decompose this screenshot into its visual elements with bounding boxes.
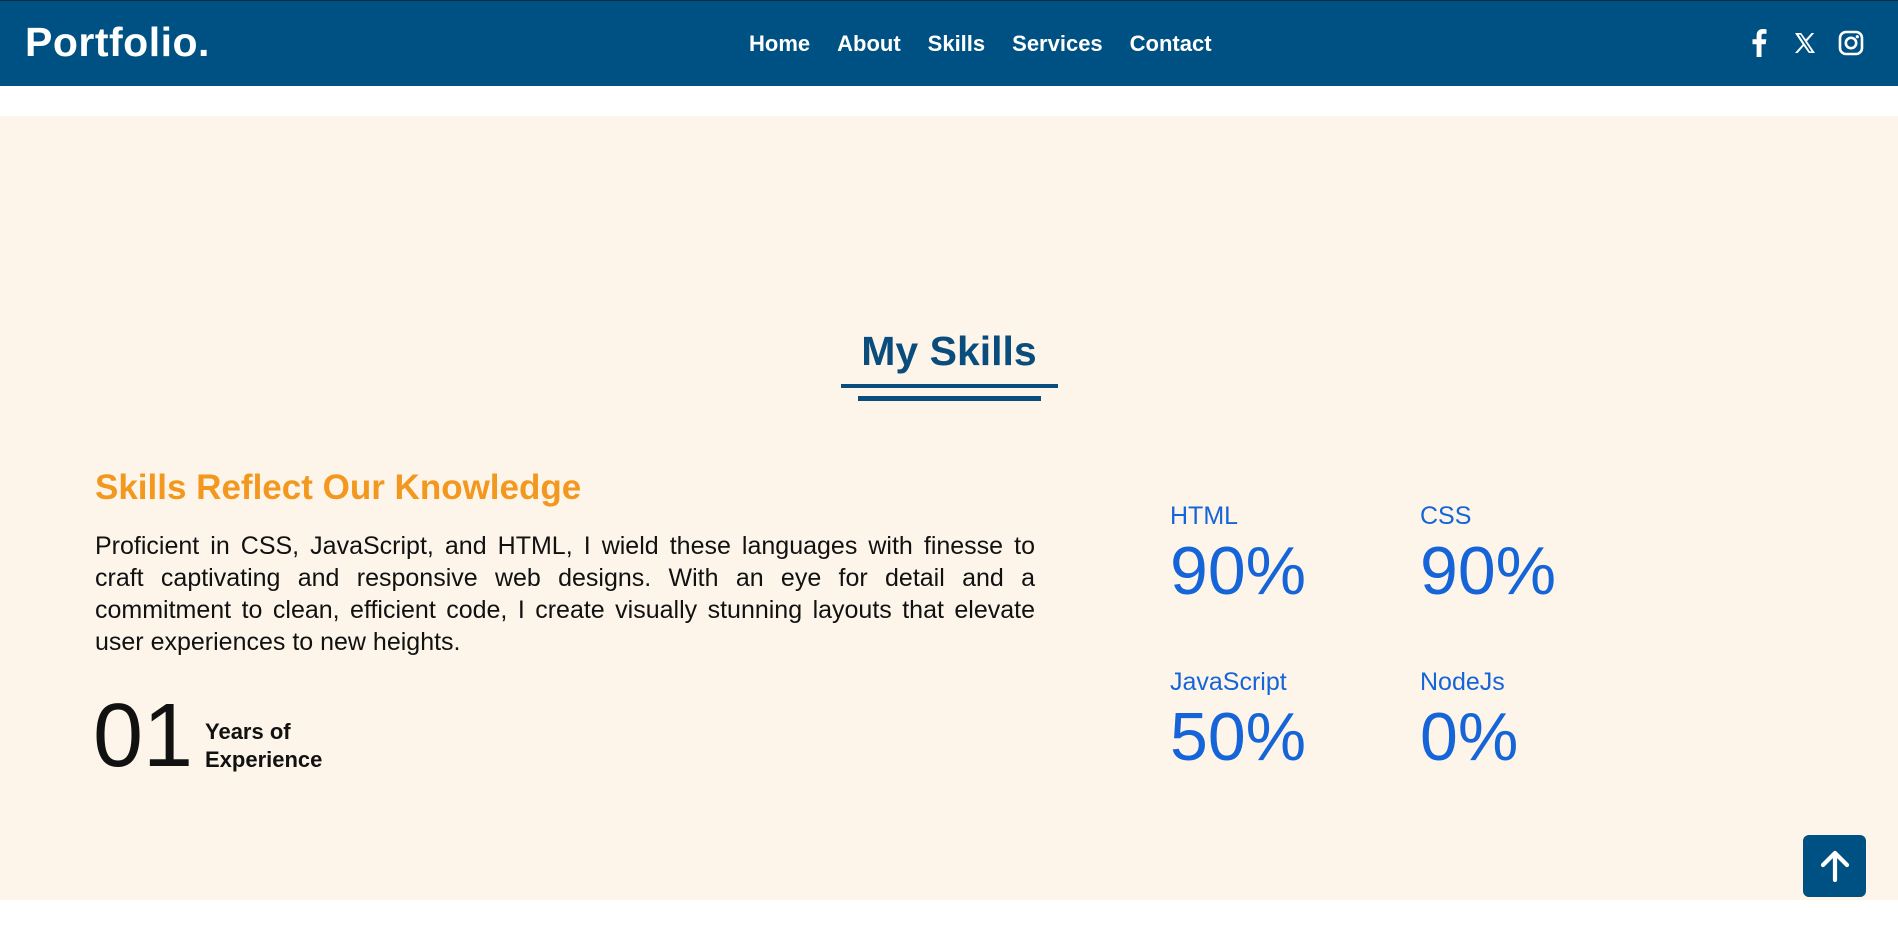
skill-name: NodeJs: [1420, 668, 1505, 696]
skill-percent: 50%: [1170, 699, 1307, 775]
nav-links: Home About Skills Services Contact: [749, 31, 1212, 57]
social-links: [1746, 29, 1864, 57]
skill-percent: 0%: [1420, 699, 1519, 775]
years-number: 01: [93, 686, 194, 786]
instagram-icon[interactable]: [1838, 29, 1864, 57]
nav-link-about[interactable]: About: [837, 31, 901, 57]
facebook-icon[interactable]: [1746, 29, 1772, 57]
skill-javascript: JavaScript 50%: [1170, 668, 1306, 771]
arrow-up-icon: [1820, 850, 1849, 882]
nav-link-skills[interactable]: Skills: [928, 31, 985, 57]
nav-link-contact[interactable]: Contact: [1130, 31, 1212, 57]
years-label: Years of Experience: [205, 718, 322, 774]
years-label-line2: Experience: [205, 747, 323, 772]
years-label-line1: Years of: [205, 719, 291, 744]
nav-link-home[interactable]: Home: [749, 31, 810, 57]
title-underline: [841, 384, 1058, 388]
skill-name: HTML: [1170, 502, 1239, 530]
skill-name: JavaScript: [1170, 668, 1287, 696]
logo[interactable]: Portfolio.: [25, 19, 210, 66]
skill-nodejs: NodeJs 0%: [1420, 668, 1518, 771]
nav-link-services[interactable]: Services: [1012, 31, 1103, 57]
scroll-to-top-button[interactable]: [1803, 835, 1866, 897]
section-title: My Skills: [861, 328, 1037, 374]
skill-html: HTML 90%: [1170, 502, 1306, 605]
skill-percent: 90%: [1170, 533, 1307, 609]
navbar: Portfolio. Home About Skills Services Co…: [0, 0, 1898, 86]
skills-subheading: Skills Reflect Our Knowledge: [95, 468, 582, 507]
title-underline-inner: [858, 396, 1041, 401]
skills-section: My Skills Skills Reflect Our Knowledge P…: [0, 116, 1898, 900]
skills-description: Proficient in CSS, JavaScript, and HTML,…: [95, 532, 1035, 656]
skill-percent: 90%: [1420, 533, 1557, 609]
x-icon[interactable]: [1792, 29, 1818, 57]
skill-name: CSS: [1420, 502, 1472, 530]
skill-css: CSS 90%: [1420, 502, 1556, 605]
